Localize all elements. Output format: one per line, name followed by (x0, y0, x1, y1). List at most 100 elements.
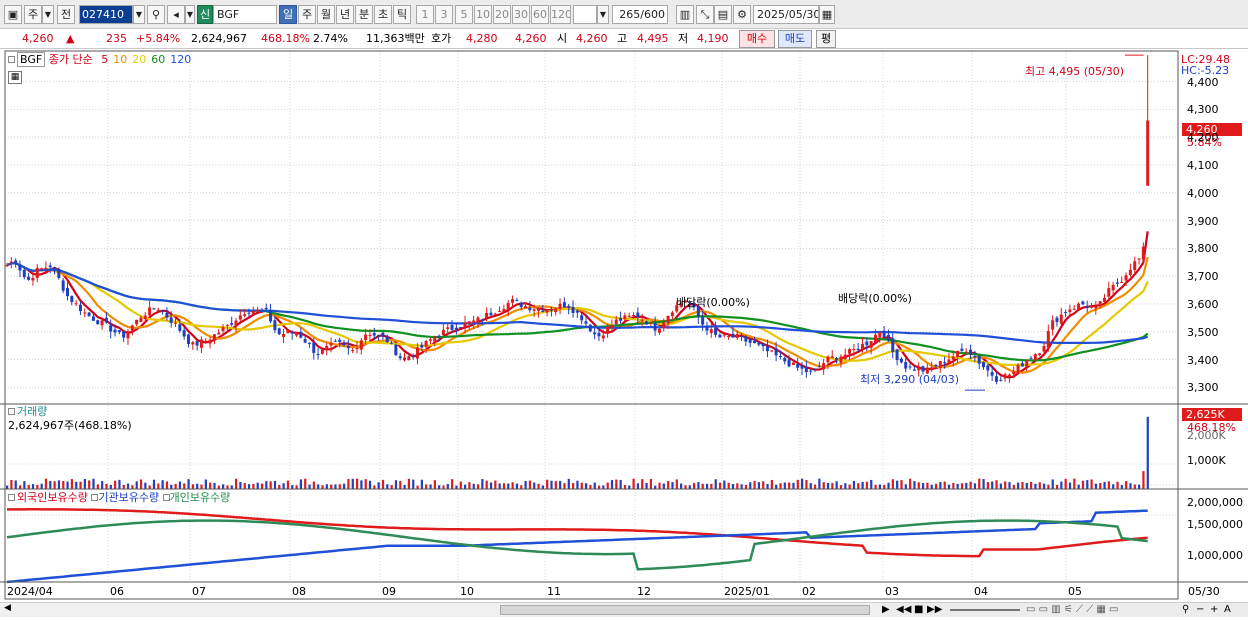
bottom-scrollbar[interactable]: ◀ (0, 602, 880, 617)
candle (1081, 300, 1085, 306)
volume-bar (464, 484, 467, 489)
scroll-right-icon[interactable]: ▶ (882, 603, 890, 617)
candle (796, 357, 800, 372)
candle (977, 355, 981, 370)
volume-bar (930, 484, 933, 489)
volume-bar (731, 484, 735, 489)
gear-icon[interactable]: ⚙ (733, 5, 751, 24)
volume-bar (956, 483, 959, 489)
interval-button-4[interactable]: 20 (493, 5, 511, 24)
holding-ytick: 1,500,000 (1187, 518, 1243, 531)
volume-bar (913, 481, 916, 489)
interval-button-3[interactable]: 10 (474, 5, 492, 24)
volume-bar (105, 483, 108, 489)
date-input[interactable]: 2025/05/30 (753, 5, 819, 24)
volume-bar (165, 481, 169, 489)
chevron-down-icon[interactable]: ▼ (42, 5, 54, 24)
volume-bar (139, 479, 143, 489)
rewind-icon[interactable]: ◀◀ (896, 603, 911, 617)
search-icon[interactable]: ⚲ (147, 5, 165, 24)
volume-bar (749, 482, 752, 489)
speaker-dropdown-icon[interactable]: ▼ (185, 5, 195, 24)
speaker-icon[interactable]: ◂ (167, 5, 185, 24)
fast-forward-icon[interactable]: ▶▶ (927, 603, 942, 617)
holding-ytick: 1,000,000 (1187, 549, 1243, 562)
up-arrow-icon: ▲ (66, 32, 75, 45)
interval-button-7[interactable]: 120 (550, 5, 571, 24)
code-input[interactable]: 027410 (79, 5, 133, 24)
volume-bar (230, 485, 233, 489)
period-button-5[interactable]: 초 (374, 5, 392, 24)
name-input[interactable]: BGF (213, 5, 277, 24)
volume-bar (265, 481, 268, 489)
market-select[interactable]: 주 (24, 5, 42, 24)
interval-input[interactable] (573, 5, 597, 24)
interval-button-1[interactable]: 3 (435, 5, 453, 24)
volume-bar (705, 483, 709, 489)
volume-bar (325, 484, 328, 489)
candle-type-icon[interactable]: ▥ (676, 5, 694, 24)
period-button-1[interactable]: 주 (298, 5, 316, 24)
volume-bar (710, 483, 713, 489)
volume-bar (481, 479, 484, 489)
volume-bar (822, 482, 825, 489)
plus-icon[interactable]: + (1210, 603, 1218, 617)
buy-button[interactable]: 매수 (739, 30, 775, 48)
new-badge[interactable]: 신 (197, 5, 213, 24)
candle (981, 361, 985, 370)
font-size-icon[interactable]: A (1224, 603, 1231, 617)
candle (208, 336, 212, 349)
calendar-icon[interactable]: ▦ (819, 5, 835, 24)
zoom-in-icon[interactable]: ⚲ (1182, 603, 1189, 617)
code-dropdown-icon[interactable]: ▼ (133, 5, 145, 24)
layout-icon[interactable]: ▣ (4, 5, 22, 24)
volume-bar (472, 483, 475, 489)
volume-bar (615, 479, 618, 489)
chart-area[interactable]: BGF 종가 단순 5 10 20 60 120 ▦ LC:29.48 HC:-5.23… (0, 49, 1248, 621)
scroll-left-icon[interactable]: ◀ (4, 603, 11, 613)
candle (260, 307, 264, 311)
volume-bar (524, 480, 527, 489)
chart-tools-icons[interactable]: ▭ ▭ ▥ ⚟ ⟋ ⟋ ▦ ▭ (1026, 603, 1118, 617)
zoom-slider[interactable] (950, 609, 1020, 611)
volume-bar (407, 478, 411, 489)
drawing-tool-icon[interactable]: ⤡ (696, 5, 714, 24)
volume-bar (222, 484, 225, 489)
volume-bar (896, 480, 899, 489)
period-button-4[interactable]: 분 (355, 5, 373, 24)
stop-icon[interactable]: ■ (914, 603, 923, 617)
interval-button-5[interactable]: 30 (512, 5, 530, 24)
interval-button-2[interactable]: 5 (455, 5, 473, 24)
candle (562, 297, 566, 308)
candle (74, 299, 78, 307)
volume-bar (429, 484, 432, 489)
volume-bar (1073, 478, 1076, 489)
count-input[interactable]: 265/600 (612, 5, 668, 24)
interval-button-6[interactable]: 60 (531, 5, 549, 24)
candle (627, 312, 631, 318)
volume-bar (740, 484, 743, 489)
interval-button-0[interactable]: 1 (416, 5, 434, 24)
volume-bar (926, 482, 929, 489)
sell-button[interactable]: 매도 (778, 30, 812, 48)
minus-icon[interactable]: − (1196, 603, 1204, 617)
period-button-6[interactable]: 틱 (393, 5, 411, 24)
foreign-holding-line (7, 508, 1148, 558)
candle (895, 348, 899, 366)
volume-panel-header: 거래량 (8, 405, 47, 418)
volume-bar (1086, 480, 1089, 489)
save-icon[interactable]: ▤ (714, 5, 732, 24)
volume-bar (40, 483, 43, 489)
period-button-3[interactable]: 년 (336, 5, 354, 24)
avg-button[interactable]: 평 (816, 30, 836, 48)
volume-bar (122, 484, 125, 489)
candle (70, 295, 74, 306)
prev-button[interactable]: 전 (57, 5, 75, 24)
interval-dropdown-icon[interactable]: ▼ (597, 5, 609, 24)
period-button-2[interactable]: 월 (317, 5, 335, 24)
candle (286, 330, 290, 334)
scroll-thumb[interactable] (500, 605, 870, 615)
table-icon[interactable]: ▦ (8, 71, 22, 84)
period-button-0[interactable]: 일 (279, 5, 297, 24)
volume-bar (286, 480, 290, 489)
